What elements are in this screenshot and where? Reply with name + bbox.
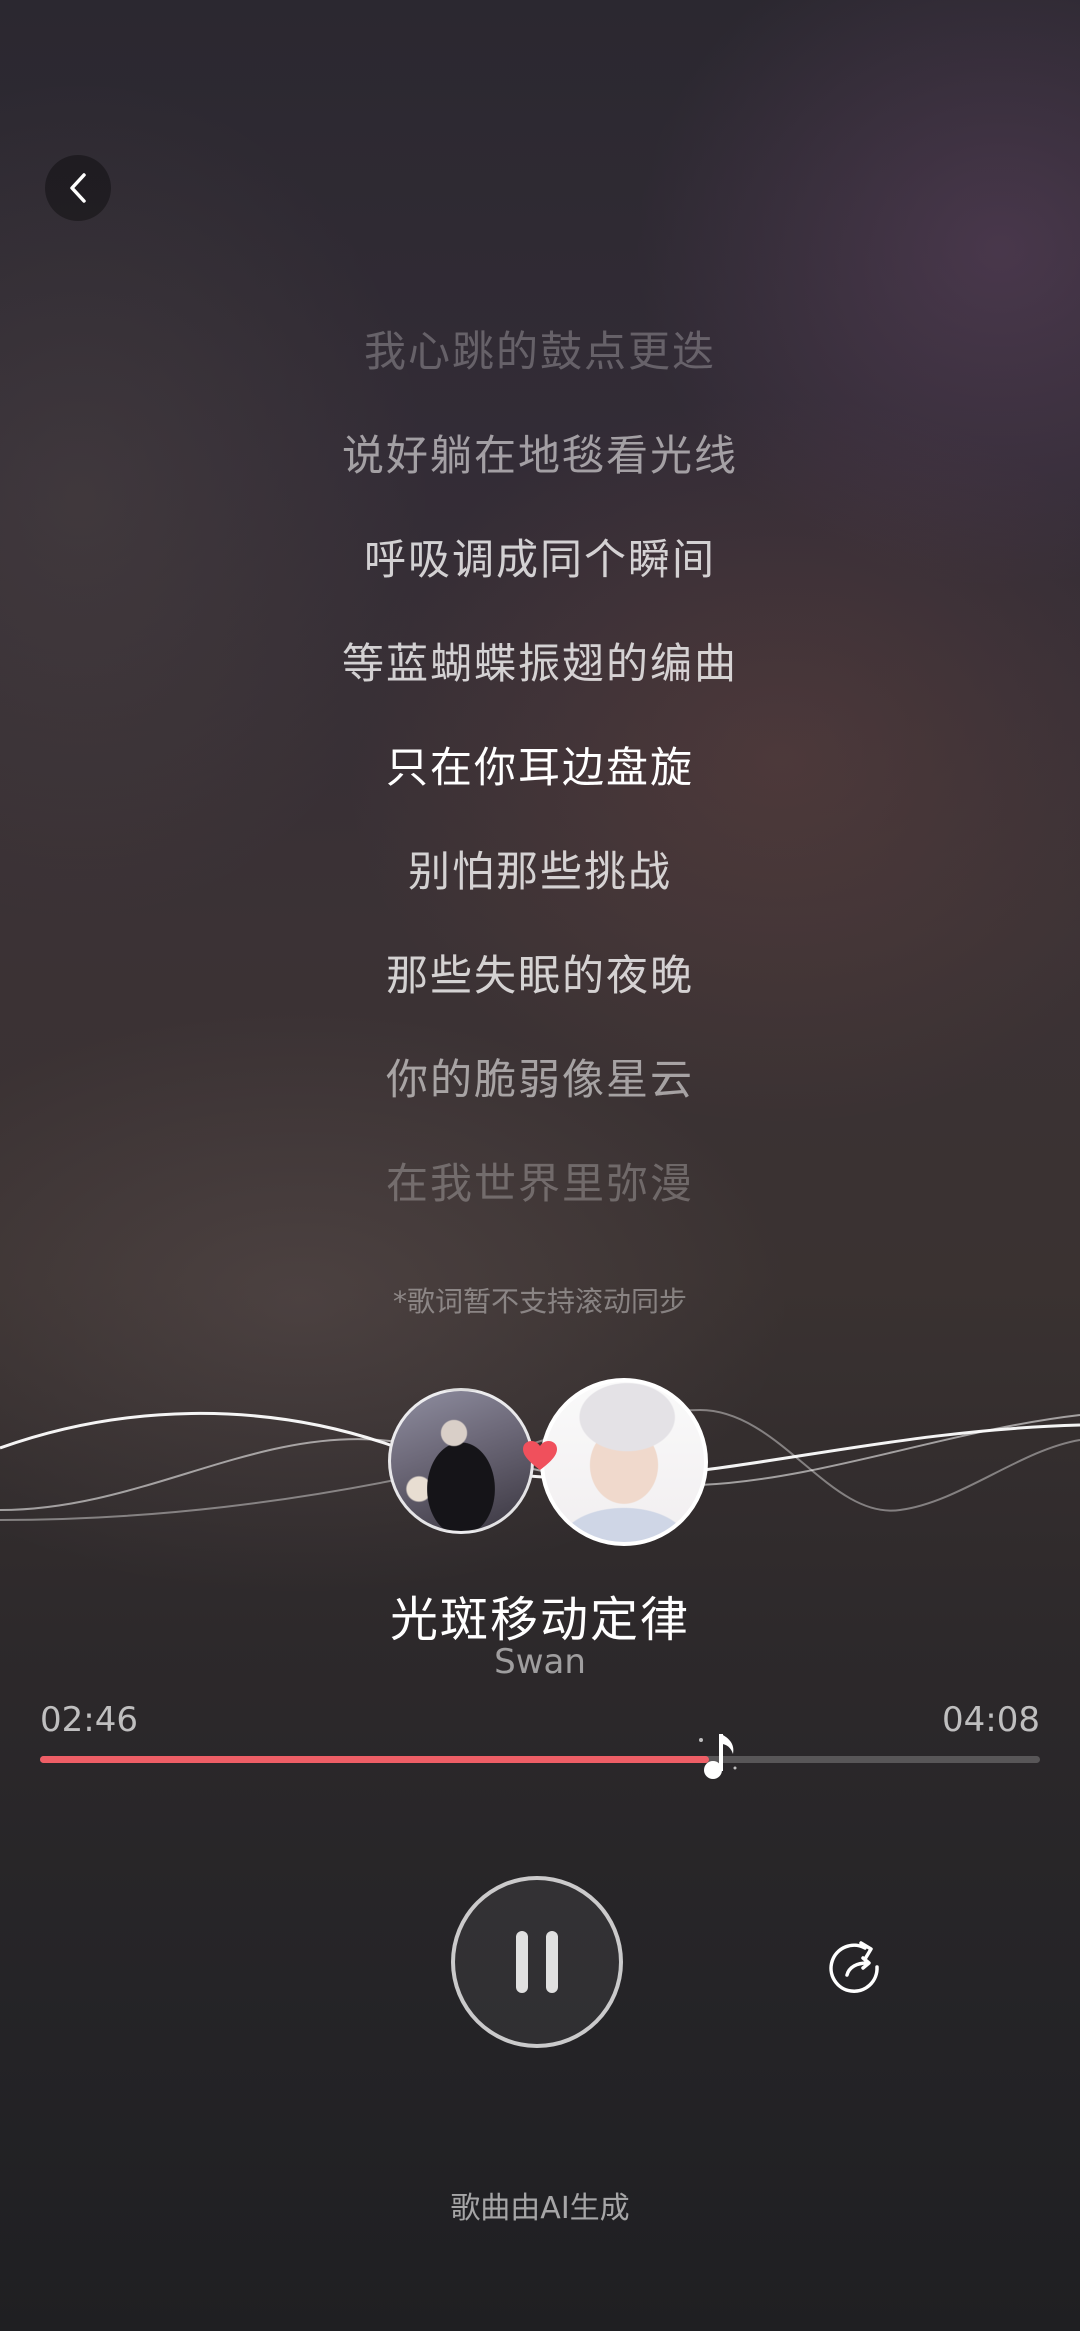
avatar-character (540, 1378, 708, 1546)
replay-button[interactable] (822, 1936, 888, 2002)
lyric-line: 等蓝蝴蝶振翅的编曲 (341, 639, 738, 688)
heart-icon (523, 1441, 557, 1470)
lyrics-sync-note: *歌词暂不支持滚动同步 (392, 1285, 687, 1318)
back-button[interactable] (45, 155, 111, 221)
pause-button[interactable] (451, 1876, 623, 2048)
lyric-line: 在我世界里弥漫 (385, 1159, 694, 1208)
lyric-line: 那些失眠的夜晚 (385, 951, 694, 1000)
lyrics-panel[interactable]: 我心跳的鼓点更迭 说好躺在地毯看光线 呼吸调成同个瞬间 等蓝蝴蝶振翅的编曲 只在… (0, 300, 1080, 1236)
song-title: 光斑移动定律 (389, 1592, 690, 1648)
lyric-line: 我心跳的鼓点更迭 (363, 327, 716, 376)
lyric-line: 你的脆弱像星云 (385, 1055, 694, 1104)
avatar-user (388, 1388, 534, 1534)
ai-generated-note: 歌曲由AI生成 (450, 2191, 630, 2226)
replay-icon (829, 1941, 879, 1993)
artist-name: Swan (494, 1642, 586, 1682)
progress-bar[interactable] (40, 1734, 1040, 1779)
music-note-icon[interactable] (695, 1726, 739, 1786)
lyric-line: 呼吸调成同个瞬间 (363, 535, 716, 584)
chevron-left-icon (70, 173, 86, 203)
lyric-line-active: 只在你耳边盘旋 (385, 743, 694, 792)
current-time: 02:46 (40, 1700, 138, 1740)
total-time: 04:08 (942, 1700, 1040, 1740)
progress-fill (40, 1756, 709, 1763)
lyric-line: 别怕那些挑战 (407, 847, 672, 896)
lyric-line: 说好躺在地毯看光线 (341, 431, 738, 480)
pause-icon (516, 1931, 558, 1993)
